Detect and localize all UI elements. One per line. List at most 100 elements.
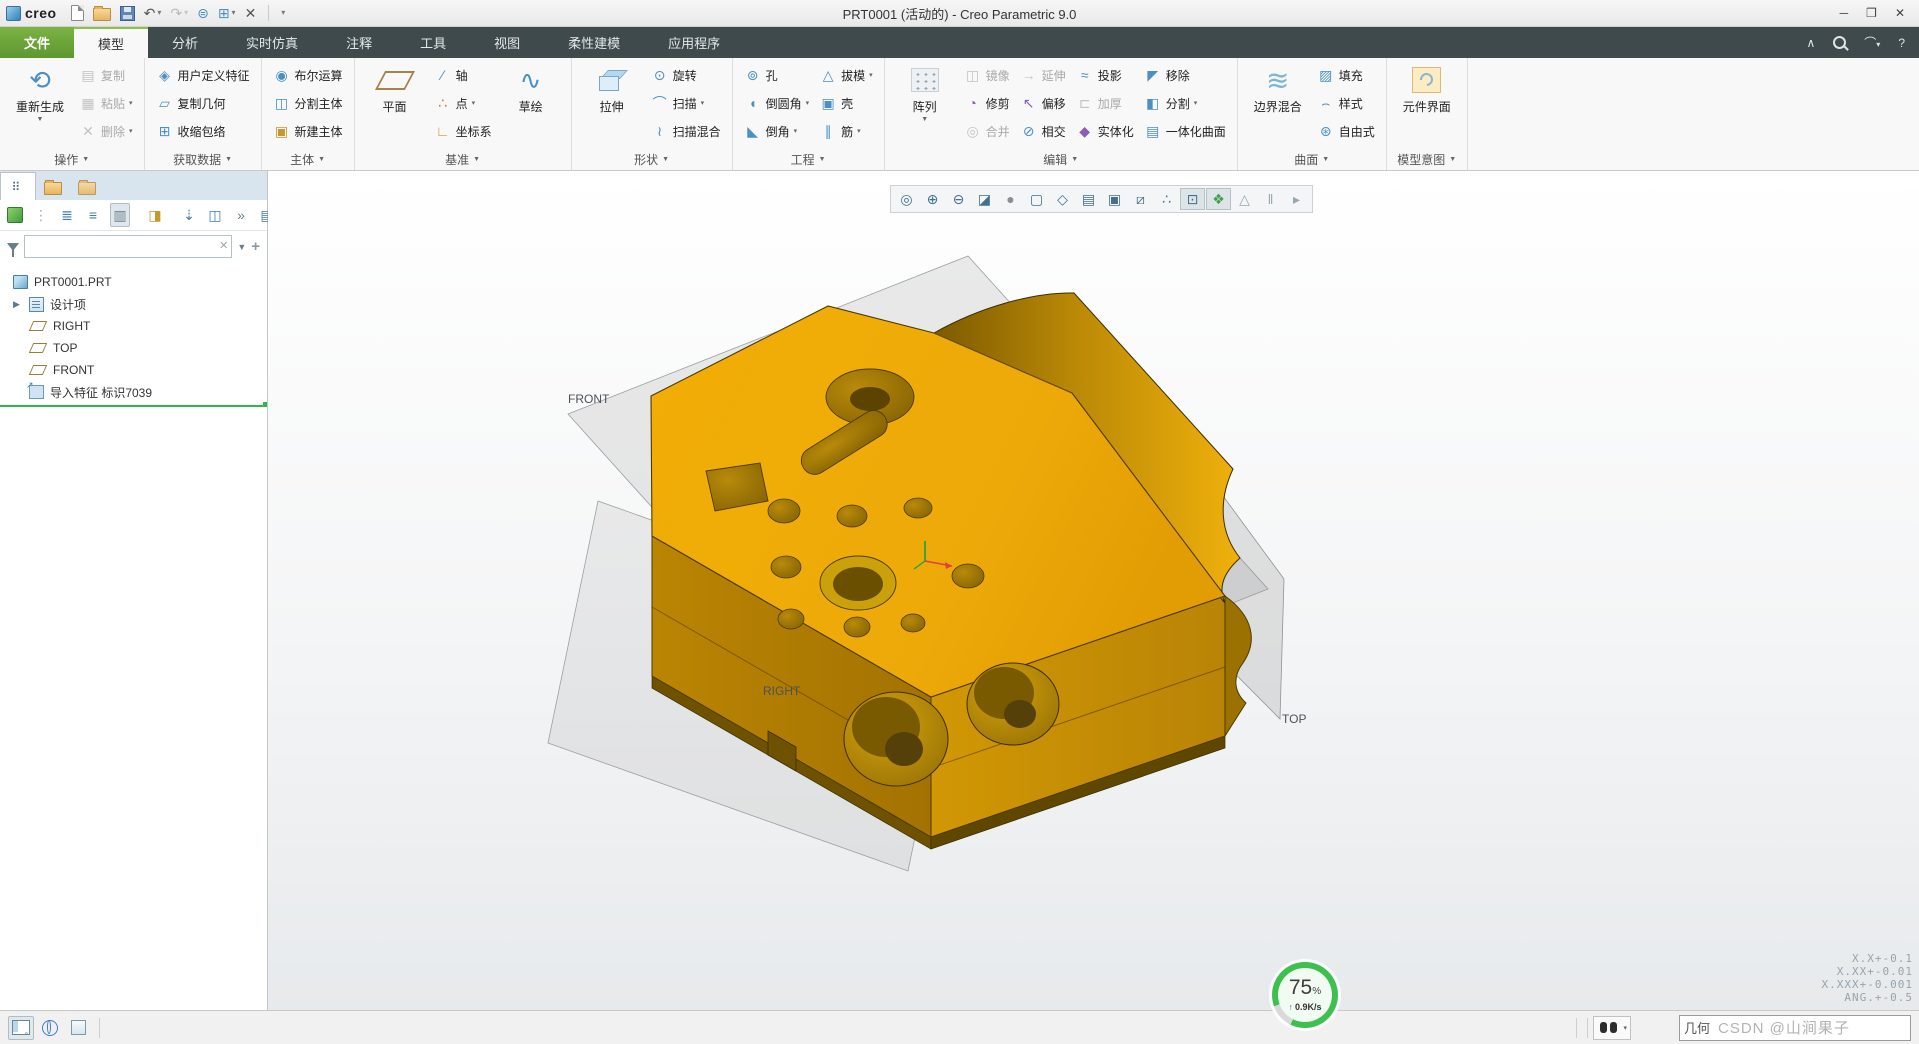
tree-item-part[interactable]: PRT0001.PRT <box>0 271 267 293</box>
group-label-engineering[interactable]: 工程▼ <box>733 149 884 170</box>
expand-all-button[interactable]: ≣ <box>58 204 76 226</box>
tab-applications[interactable]: 应用程序 <box>644 27 744 58</box>
fullscreen-button[interactable] <box>66 1017 90 1039</box>
tree-item-right-plane[interactable]: RIGHT <box>0 315 267 337</box>
style-button[interactable]: ⌢样式 <box>1313 89 1379 117</box>
close-app-button[interactable]: ✕ <box>1895 6 1905 20</box>
draft-button[interactable]: △拔模▾ <box>815 61 877 89</box>
round-button[interactable]: ◖倒圆角▾ <box>740 89 814 117</box>
undo-dropdown-arrow-icon[interactable]: ▾ <box>157 9 161 17</box>
copy-geometry-button[interactable]: ▱复制几何 <box>152 89 254 117</box>
help-icon[interactable]: ? <box>1898 36 1905 50</box>
new-body-button[interactable]: ▣新建主体 <box>269 117 347 145</box>
browser-button[interactable] <box>38 1017 62 1039</box>
group-label-surfaces[interactable]: 曲面▼ <box>1238 149 1386 170</box>
toggle-navigator-button[interactable] <box>8 1016 34 1040</box>
favorites-tab[interactable] <box>70 173 104 200</box>
dropdown-arrow-icon[interactable]: ▼ <box>921 116 928 123</box>
point-button[interactable]: ∴点▾ <box>430 89 496 117</box>
selection-filter-box[interactable]: 几何 CSDN @山涧果子 <box>1679 1015 1911 1041</box>
boolean-button[interactable]: ◉布尔运算 <box>269 61 347 89</box>
axis-button[interactable]: ∕轴 <box>430 61 496 89</box>
trim-button[interactable]: ◔修剪 <box>960 89 1014 117</box>
collapse-ribbon-icon[interactable]: ∧ <box>1806 36 1815 50</box>
group-label-body[interactable]: 主体▼ <box>262 149 354 170</box>
group-label-datum[interactable]: 基准▼ <box>355 149 571 170</box>
window-switch-button[interactable]: ⊞▾ <box>218 6 236 20</box>
dropdown-arrow-icon[interactable]: ▾ <box>794 127 798 135</box>
hole-button[interactable]: ⊚孔 <box>740 61 814 89</box>
tree-item-front-plane[interactable]: FRONT <box>0 359 267 381</box>
shell-button[interactable]: ▣壳 <box>815 89 877 117</box>
dropdown-arrow-icon[interactable]: ▾ <box>472 99 476 107</box>
model-tree-tab[interactable] <box>0 172 36 200</box>
undo-button[interactable]: ↶▾ <box>144 6 162 20</box>
tab-live-simulation[interactable]: 实时仿真 <box>222 27 322 58</box>
insert-indicator[interactable] <box>0 405 267 407</box>
group-label-editing[interactable]: 编辑▼ <box>885 149 1237 170</box>
tree-filter-input[interactable] <box>24 235 232 258</box>
rib-button[interactable]: ∥筋▾ <box>815 117 877 145</box>
tree-filters-button[interactable]: ◨ <box>146 204 164 226</box>
tree-item-top-plane[interactable]: TOP <box>0 337 267 359</box>
offset-button[interactable]: ↖偏移 <box>1016 89 1070 117</box>
right-plane-label[interactable]: RIGHT <box>763 684 801 698</box>
tab-analysis[interactable]: 分析 <box>148 27 222 58</box>
chamfer-button[interactable]: ◣倒角▾ <box>740 117 814 145</box>
revolve-button[interactable]: ⊙旋转 <box>647 61 725 89</box>
tab-model[interactable]: 模型 <box>74 27 148 58</box>
minimize-button[interactable]: ─ <box>1840 6 1849 20</box>
top-plane-label[interactable]: TOP <box>1282 712 1306 726</box>
swept-blend-button[interactable]: ≀扫描混合 <box>647 117 725 145</box>
tree-item-design-items[interactable]: ▶ 设计项 <box>0 293 267 315</box>
tree-columns-button[interactable]: ▥ <box>110 203 130 227</box>
boundary-blend-button[interactable]: ≋ 边界混合 <box>1245 61 1311 115</box>
dropdown-arrow-icon[interactable]: ▾ <box>1194 99 1198 107</box>
model-3d-view[interactable]: FRONT RIGHT TOP <box>268 171 1919 1010</box>
clear-filter-icon[interactable]: ✕ <box>219 239 228 252</box>
project-button[interactable]: ≈投影 <box>1072 61 1138 89</box>
tab-annotate[interactable]: 注释 <box>322 27 396 58</box>
hole[interactable] <box>837 505 867 527</box>
fill-button[interactable]: ▨填充 <box>1313 61 1379 89</box>
dropdown-arrow-icon[interactable]: ▾ <box>857 127 861 135</box>
front-plane-label[interactable]: FRONT <box>568 392 610 406</box>
tree-table-button[interactable]: ◫ <box>206 204 224 226</box>
hole[interactable] <box>771 556 801 578</box>
regenerate-quick-button[interactable]: ⊜ <box>197 6 209 20</box>
shrinkwrap-button[interactable]: ⊞收缩包络 <box>152 117 254 145</box>
freestyle-button[interactable]: ⊛自由式 <box>1313 117 1379 145</box>
tab-file[interactable]: 文件 <box>0 27 74 58</box>
group-label-model-intent[interactable]: 模型意图▼ <box>1387 149 1467 170</box>
add-filter-button[interactable]: + <box>251 238 260 255</box>
dropdown-arrow-icon[interactable]: ▾ <box>701 99 705 107</box>
pattern-button[interactable]: 阵列 ▼ <box>892 61 958 123</box>
filter-dropdown-arrow-icon[interactable]: ▼ <box>237 242 246 252</box>
save-button[interactable] <box>120 6 135 21</box>
extrude-button[interactable]: 拉伸 <box>579 61 645 115</box>
hole[interactable] <box>778 609 804 629</box>
tree-sort-button[interactable]: ⇣ <box>180 204 198 226</box>
hole[interactable] <box>844 617 870 637</box>
tab-flexible-modeling[interactable]: 柔性建模 <box>544 27 644 58</box>
group-label-get-data[interactable]: 获取数据▼ <box>145 149 261 170</box>
new-file-button[interactable] <box>71 5 84 21</box>
regenerate-button[interactable]: ⟲ 重新生成 ▼ <box>7 61 73 123</box>
group-label-shapes[interactable]: 形状▼ <box>572 149 732 170</box>
more-tools-button[interactable]: » <box>232 204 250 226</box>
solidify-button[interactable]: ◆实体化 <box>1072 117 1138 145</box>
remove-button[interactable]: ◤移除 <box>1140 61 1230 89</box>
windows-dropdown-arrow-icon[interactable]: ▾ <box>232 9 236 17</box>
folder-browser-tab[interactable] <box>36 173 70 200</box>
close-window-button[interactable]: ✕ <box>245 6 257 20</box>
datum-plane-button[interactable]: 平面 <box>362 61 428 115</box>
dropdown-arrow-icon[interactable]: ▼ <box>37 116 44 123</box>
find-dropdown-arrow-icon[interactable]: ▾ <box>1623 1024 1627 1032</box>
hole[interactable] <box>952 564 984 588</box>
split-body-button[interactable]: ◫分割主体 <box>269 89 347 117</box>
hole[interactable] <box>904 498 932 518</box>
customize-toolbar-button[interactable]: ▾ <box>281 9 285 17</box>
collapse-all-button[interactable]: ≡ <box>84 204 102 226</box>
maximize-button[interactable]: ❒ <box>1866 6 1877 20</box>
sketch-button[interactable]: ∿ 草绘 <box>498 61 564 115</box>
